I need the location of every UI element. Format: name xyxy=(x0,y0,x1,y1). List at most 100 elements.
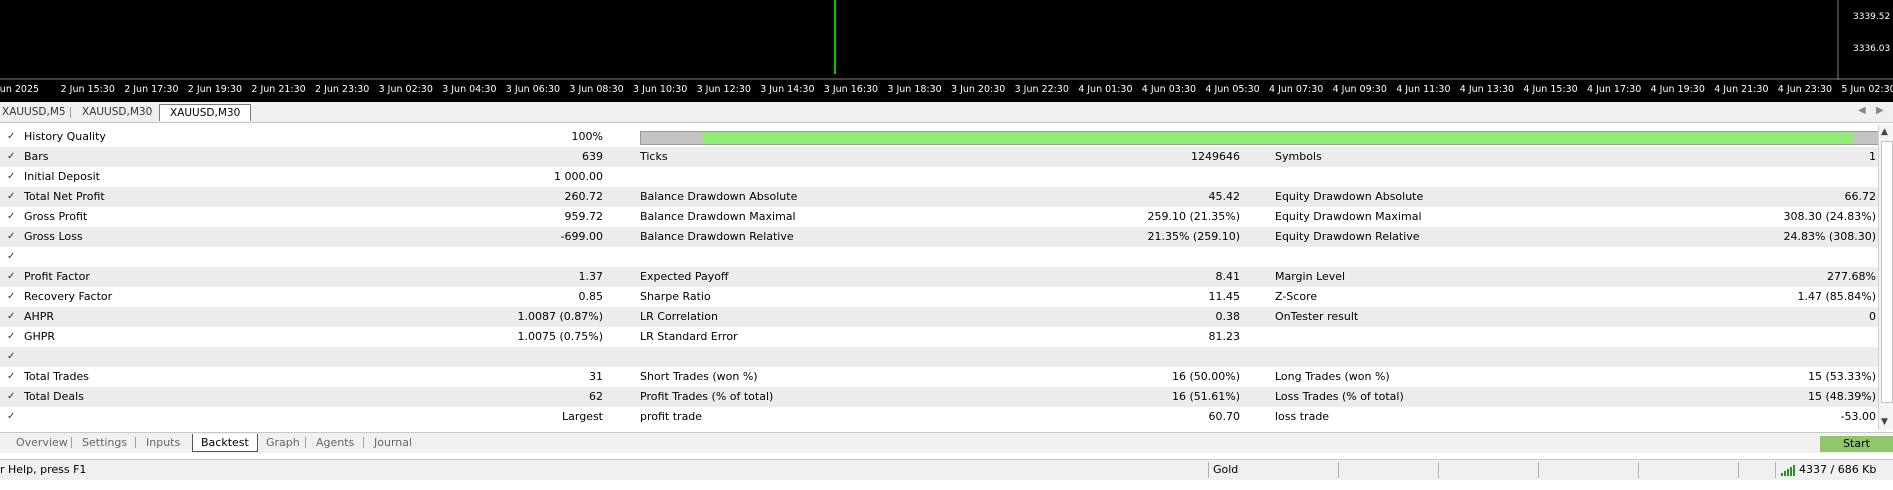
check-icon[interactable]: ✓ xyxy=(7,387,15,407)
chart-tab-strip: XAUUSD,M5 XAUUSD,M30 XAUUSD,M30 ◀ ▶ xyxy=(0,102,1893,123)
report-value: 1249646 xyxy=(1191,150,1240,163)
status-divider xyxy=(1538,462,1539,478)
check-icon[interactable]: ✓ xyxy=(7,307,15,327)
report-row: ✓ Total Trades 31 Short Trades (won %) 16 (5… xyxy=(0,367,1878,387)
report-value: 15 (53.33%) xyxy=(1807,370,1876,383)
report-label: Loss Trades (% of total) xyxy=(1275,390,1404,403)
report-scrollbar[interactable]: ▲ ▼ xyxy=(1878,125,1893,430)
price-chart[interactable]: 3339.52 3336.03 xyxy=(0,0,1893,80)
report-row: ✓ Gross Loss -699.00 Balance Drawdown Relat… xyxy=(0,227,1878,247)
report-label: Expected Payoff xyxy=(640,270,729,283)
report-value: 31 xyxy=(589,370,603,383)
check-icon[interactable]: ✓ xyxy=(7,127,15,147)
traffic-counter: 4337 / 686 Kb xyxy=(1799,463,1877,476)
report-value: 45.42 xyxy=(1208,190,1241,203)
report-value: -53.00 xyxy=(1840,410,1876,423)
report-value: 60.70 xyxy=(1208,410,1241,423)
report-row: ✓ Total Deals 62 Profit Trades (% of total)… xyxy=(0,387,1878,407)
signal-icon xyxy=(1781,465,1795,476)
scroll-up-icon[interactable]: ▲ xyxy=(1881,127,1888,137)
scroll-thumb[interactable] xyxy=(1881,141,1893,403)
tab-journal[interactable]: Journal xyxy=(366,434,420,451)
report-value: 1.0075 (0.75%) xyxy=(517,330,603,343)
check-icon[interactable]: ✓ xyxy=(7,187,15,207)
time-label: Jun 2025 xyxy=(0,84,40,95)
report-value: 1.37 xyxy=(578,270,604,283)
check-icon[interactable]: ✓ xyxy=(7,407,15,427)
check-icon[interactable]: ✓ xyxy=(7,287,15,307)
tab-scroll-right-icon[interactable]: ▶ xyxy=(1876,105,1884,116)
report-value: 1 xyxy=(1869,150,1876,163)
chart-tab-active[interactable]: XAUUSD,M30 xyxy=(159,104,252,121)
report-label: Z-Score xyxy=(1275,290,1318,303)
status-divider xyxy=(1208,462,1209,478)
check-icon[interactable]: ✓ xyxy=(7,327,15,347)
time-label: 3 Jun 02:30 xyxy=(378,84,433,95)
report-row: ✓ AHPR 1.0087 (0.87%) LR Correlation 0.38 OnT… xyxy=(0,307,1878,327)
report-label: loss trade xyxy=(1275,410,1330,423)
tab-overview[interactable]: Overview xyxy=(8,434,76,451)
time-label: 3 Jun 18:30 xyxy=(887,84,942,95)
tab-backtest[interactable]: Backtest xyxy=(192,434,258,452)
chart-tab[interactable]: XAUUSD,M5 xyxy=(0,104,76,120)
check-icon[interactable]: ✓ xyxy=(7,347,15,367)
time-label: 4 Jun 13:30 xyxy=(1459,84,1515,95)
chart-canvas xyxy=(0,0,1893,80)
report-row: ✓ xyxy=(0,347,1878,367)
time-label: 3 Jun 16:30 xyxy=(823,84,879,95)
check-icon[interactable]: ✓ xyxy=(7,147,15,167)
report-label: Balance Drawdown Relative xyxy=(640,230,794,243)
time-label: 4 Jun 07:30 xyxy=(1269,84,1324,95)
tab-settings[interactable]: Settings xyxy=(74,434,135,451)
report-label: Sharpe Ratio xyxy=(640,290,711,303)
start-button[interactable]: Start xyxy=(1820,436,1893,452)
report-label: Long Trades (won %) xyxy=(1275,370,1390,383)
status-divider xyxy=(1775,462,1776,478)
report-value: -699.00 xyxy=(560,230,603,243)
check-icon[interactable]: ✓ xyxy=(7,207,15,227)
report-row-history-quality: ✓ History Quality 100% xyxy=(0,127,1880,147)
tab-separator xyxy=(363,437,364,448)
status-divider xyxy=(1738,462,1739,478)
time-label: 3 Jun 22:30 xyxy=(1014,84,1069,95)
time-label: 3 Jun 14:30 xyxy=(760,84,815,95)
report-label: LR Standard Error xyxy=(640,330,738,343)
report-row: ✓ Total Net Profit 260.72 Balance Drawdown … xyxy=(0,187,1878,207)
scroll-down-icon[interactable]: ▼ xyxy=(1881,417,1888,427)
tab-inputs[interactable]: Inputs xyxy=(138,434,188,451)
tab-agents[interactable]: Agents xyxy=(308,434,362,451)
report-label: Equity Drawdown Maximal xyxy=(1275,210,1422,223)
time-label: 3 Jun 10:30 xyxy=(633,84,688,95)
time-label: 3 Jun 12:30 xyxy=(696,84,751,95)
tab-scroll-left-icon[interactable]: ◀ xyxy=(1858,105,1866,116)
report-label: Total Deals xyxy=(24,390,84,403)
time-label: 2 Jun 21:30 xyxy=(251,84,306,95)
report-label: LR Correlation xyxy=(640,310,718,323)
report-value: 1.47 (85.84%) xyxy=(1797,290,1876,303)
time-label: 4 Jun 09:30 xyxy=(1332,84,1387,95)
tab-graph[interactable]: Graph xyxy=(258,434,308,451)
check-icon[interactable]: ✓ xyxy=(7,167,15,187)
time-label: 2 Jun 17:30 xyxy=(124,84,179,95)
report-value: 277.68% xyxy=(1827,270,1876,283)
check-icon[interactable]: ✓ xyxy=(7,267,15,287)
time-label: 5 Jun 02:30 xyxy=(1841,84,1893,95)
time-label: 3 Jun 06:30 xyxy=(505,84,561,95)
report-label: Ticks xyxy=(640,150,668,163)
status-divider xyxy=(1638,462,1639,478)
chart-tab[interactable]: XAUUSD,M30 xyxy=(72,104,162,120)
time-label: 4 Jun 23:30 xyxy=(1777,84,1833,95)
check-icon[interactable]: ✓ xyxy=(7,367,15,387)
check-icon[interactable]: ✓ xyxy=(7,247,15,267)
report-label: Gross Profit xyxy=(24,210,88,223)
report-row: ✓ GHPR 1.0075 (0.75%) LR Standard Error 81.2… xyxy=(0,327,1878,347)
time-label: 3 Jun 04:30 xyxy=(442,84,497,95)
status-divider xyxy=(1438,462,1439,478)
history-quality-bar xyxy=(640,131,1880,145)
time-label: 2 Jun 23:30 xyxy=(315,84,370,95)
report-value: 0 xyxy=(1869,310,1876,323)
time-label: 3 Jun 20:30 xyxy=(951,84,1006,95)
check-icon[interactable]: ✓ xyxy=(7,227,15,247)
report-label: Balance Drawdown Maximal xyxy=(640,210,796,223)
tab-separator xyxy=(70,107,71,118)
